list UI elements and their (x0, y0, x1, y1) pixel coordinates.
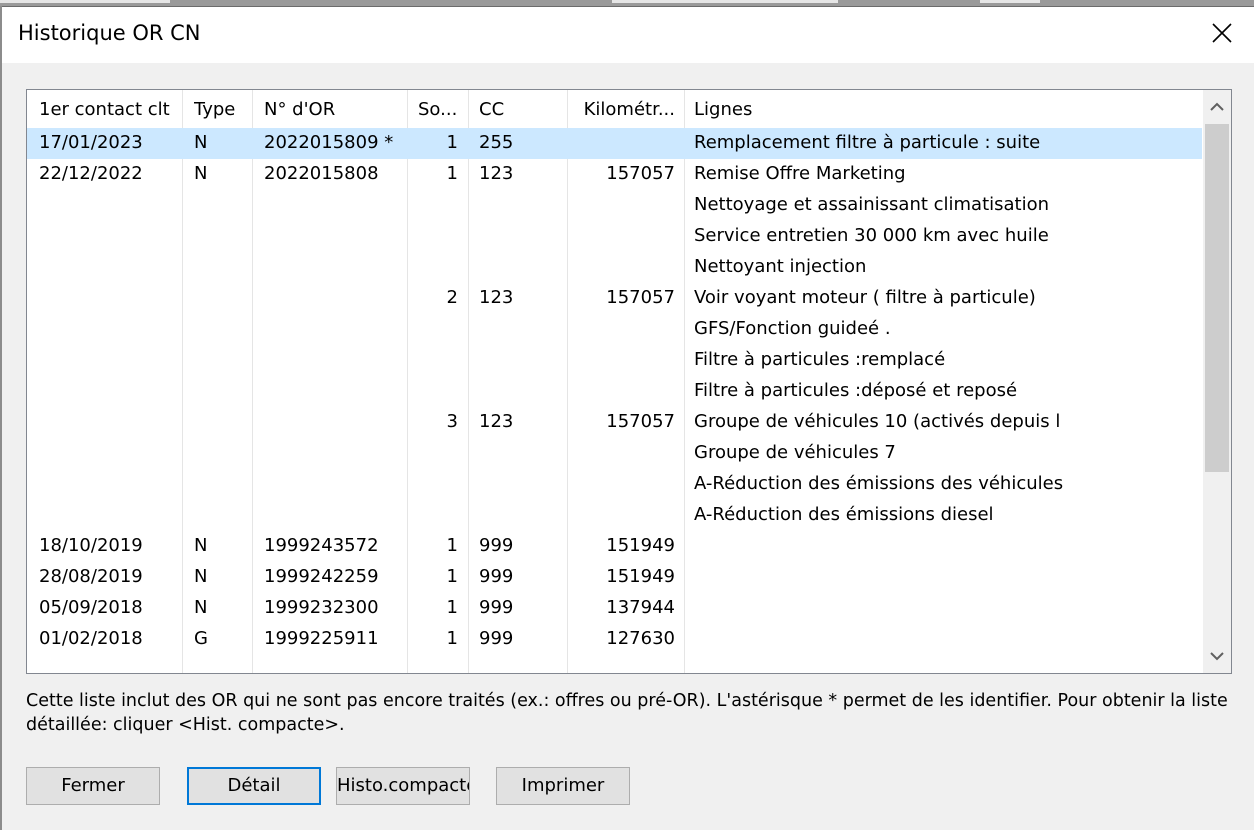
cell-ligne: Filtre à particules :remplacé (694, 349, 946, 370)
histo-compacte-button[interactable]: Histo.compacte (336, 767, 470, 805)
cell-km: 157057 (606, 163, 675, 184)
cell-or: 2022015808 (264, 163, 379, 184)
cell-km: 157057 (606, 287, 675, 308)
fermer-button[interactable]: Fermer (26, 767, 160, 805)
history-list[interactable]: 1er contact clt Type N° d'OR So... CC Ki… (26, 89, 1232, 674)
cell-cc: 123 (479, 287, 514, 308)
cell-km: 137944 (606, 597, 675, 618)
cell-date: 17/01/2023 (39, 132, 143, 153)
cell-or: 1999242259 (264, 566, 379, 587)
table-row[interactable]: Nettoyage et assainissant climatisation (27, 190, 1202, 221)
cell-ligne: GFS/Fonction guideé . (694, 318, 891, 339)
cell-so: 3 (446, 411, 458, 432)
cell-or: 1999232300 (264, 597, 379, 618)
cell-ligne: A-Réduction des émissions des véhicules (694, 473, 1064, 494)
cell-ligne: Filtre à particules :déposé et reposé (694, 380, 1018, 401)
cell-ligne: Remise Offre Marketing (694, 163, 906, 184)
column-header-lignes[interactable]: Lignes (694, 99, 994, 120)
column-header-cc[interactable]: CC (479, 99, 559, 120)
cell-type: G (194, 628, 208, 649)
history-dialog: Historique OR CN 1er contact clt Type N°… (2, 6, 1254, 830)
cell-so: 1 (446, 132, 458, 153)
cell-km: 151949 (606, 566, 675, 587)
cell-ligne: Nettoyage et assainissant climatisation (694, 194, 1050, 215)
cell-cc: 123 (479, 411, 514, 432)
cell-ligne: Groupe de véhicules 10 (activés depuis l (694, 411, 1061, 432)
cell-type: N (194, 566, 208, 587)
cell-date: 18/10/2019 (39, 535, 143, 556)
table-row[interactable]: Service entretien 30 000 km avec huile (27, 221, 1202, 252)
list-header: 1er contact clt Type N° d'OR So... CC Ki… (27, 90, 1202, 128)
scroll-down-icon[interactable] (1203, 639, 1231, 673)
cell-so: 1 (446, 597, 458, 618)
table-row[interactable]: 01/02/2018 G 1999225911 1 999 127630 (27, 624, 1202, 655)
cell-so: 2 (446, 287, 458, 308)
cell-or: 1999243572 (264, 535, 379, 556)
cell-km: 127630 (606, 628, 675, 649)
cell-so: 1 (446, 628, 458, 649)
cell-so: 1 (446, 535, 458, 556)
dialog-title: Historique OR CN (18, 21, 201, 45)
cell-ligne: Remplacement filtre à particule : suite (694, 132, 1041, 153)
cell-date: 28/08/2019 (39, 566, 143, 587)
cell-type: N (194, 597, 208, 618)
cell-type: N (194, 163, 208, 184)
cell-type: N (194, 132, 208, 153)
cell-cc: 999 (479, 535, 514, 556)
cell-so: 1 (446, 163, 458, 184)
info-text: Cette liste inclut des OR qui ne sont pa… (26, 691, 1228, 735)
cell-km: 157057 (606, 411, 675, 432)
title-bar: Historique OR CN (2, 7, 1254, 63)
column-header-or-number[interactable]: N° d'OR (264, 99, 404, 120)
cell-ligne: Service entretien 30 000 km avec huile (694, 225, 1049, 246)
cell-ligne: A-Réduction des émissions diesel (694, 504, 994, 525)
column-header-type[interactable]: Type (194, 99, 250, 120)
cell-ligne: Groupe de véhicules 7 (694, 442, 896, 463)
cell-ligne: Voir voyant moteur ( filtre à particule) (694, 287, 1036, 308)
cell-cc: 999 (479, 597, 514, 618)
table-row[interactable]: 05/09/2018 N 1999232300 1 999 137944 (27, 593, 1202, 624)
table-row[interactable]: 3 123 157057 Groupe de véhicules 10 (activé… (27, 407, 1202, 438)
table-row[interactable]: Nettoyant injection (27, 252, 1202, 283)
table-row[interactable]: 22/12/2022 N 2022015808 1 123 157057 Remise Of… (27, 159, 1202, 190)
column-header-contact[interactable]: 1er contact clt (39, 99, 179, 120)
table-row[interactable]: 28/08/2019 N 1999242259 1 999 151949 (27, 562, 1202, 593)
table-row[interactable]: A-Réduction des émissions des véhicules (27, 469, 1202, 500)
scrollbar-thumb[interactable] (1205, 124, 1229, 472)
table-row[interactable]: A-Réduction des émissions diesel (27, 500, 1202, 531)
detail-button[interactable]: Détail (187, 767, 321, 805)
vertical-scrollbar[interactable] (1203, 90, 1231, 673)
cell-cc: 123 (479, 163, 514, 184)
cell-or: 2022015809 * (264, 132, 394, 153)
table-row[interactable]: Groupe de véhicules 7 (27, 438, 1202, 469)
imprimer-button[interactable]: Imprimer (496, 767, 630, 805)
cell-cc: 255 (479, 132, 514, 153)
table-row[interactable]: 17/01/2023 N 2022015809 * 1 255 Remplacement … (27, 128, 1202, 159)
table-row[interactable]: 18/10/2019 N 1999243572 1 999 151949 (27, 531, 1202, 562)
cell-so: 1 (446, 566, 458, 587)
cell-km: 151949 (606, 535, 675, 556)
close-icon[interactable] (1208, 19, 1236, 47)
table-row[interactable]: 2 123 157057 Voir voyant moteur ( filtre à … (27, 283, 1202, 314)
cell-date: 05/09/2018 (39, 597, 143, 618)
cell-cc: 999 (479, 628, 514, 649)
cell-or: 1999225911 (264, 628, 379, 649)
table-row[interactable]: GFS/Fonction guideé . (27, 314, 1202, 345)
cell-type: N (194, 535, 208, 556)
table-row[interactable]: Filtre à particules :remplacé (27, 345, 1202, 376)
cell-ligne: Nettoyant injection (694, 256, 867, 277)
column-header-km[interactable]: Kilométr... (572, 99, 675, 120)
cell-date: 01/02/2018 (39, 628, 143, 649)
column-header-so[interactable]: So... (418, 99, 466, 120)
table-row[interactable]: Filtre à particules :déposé et reposé (27, 376, 1202, 407)
cell-date: 22/12/2022 (39, 163, 143, 184)
cell-cc: 999 (479, 566, 514, 587)
scroll-up-icon[interactable] (1203, 90, 1231, 124)
